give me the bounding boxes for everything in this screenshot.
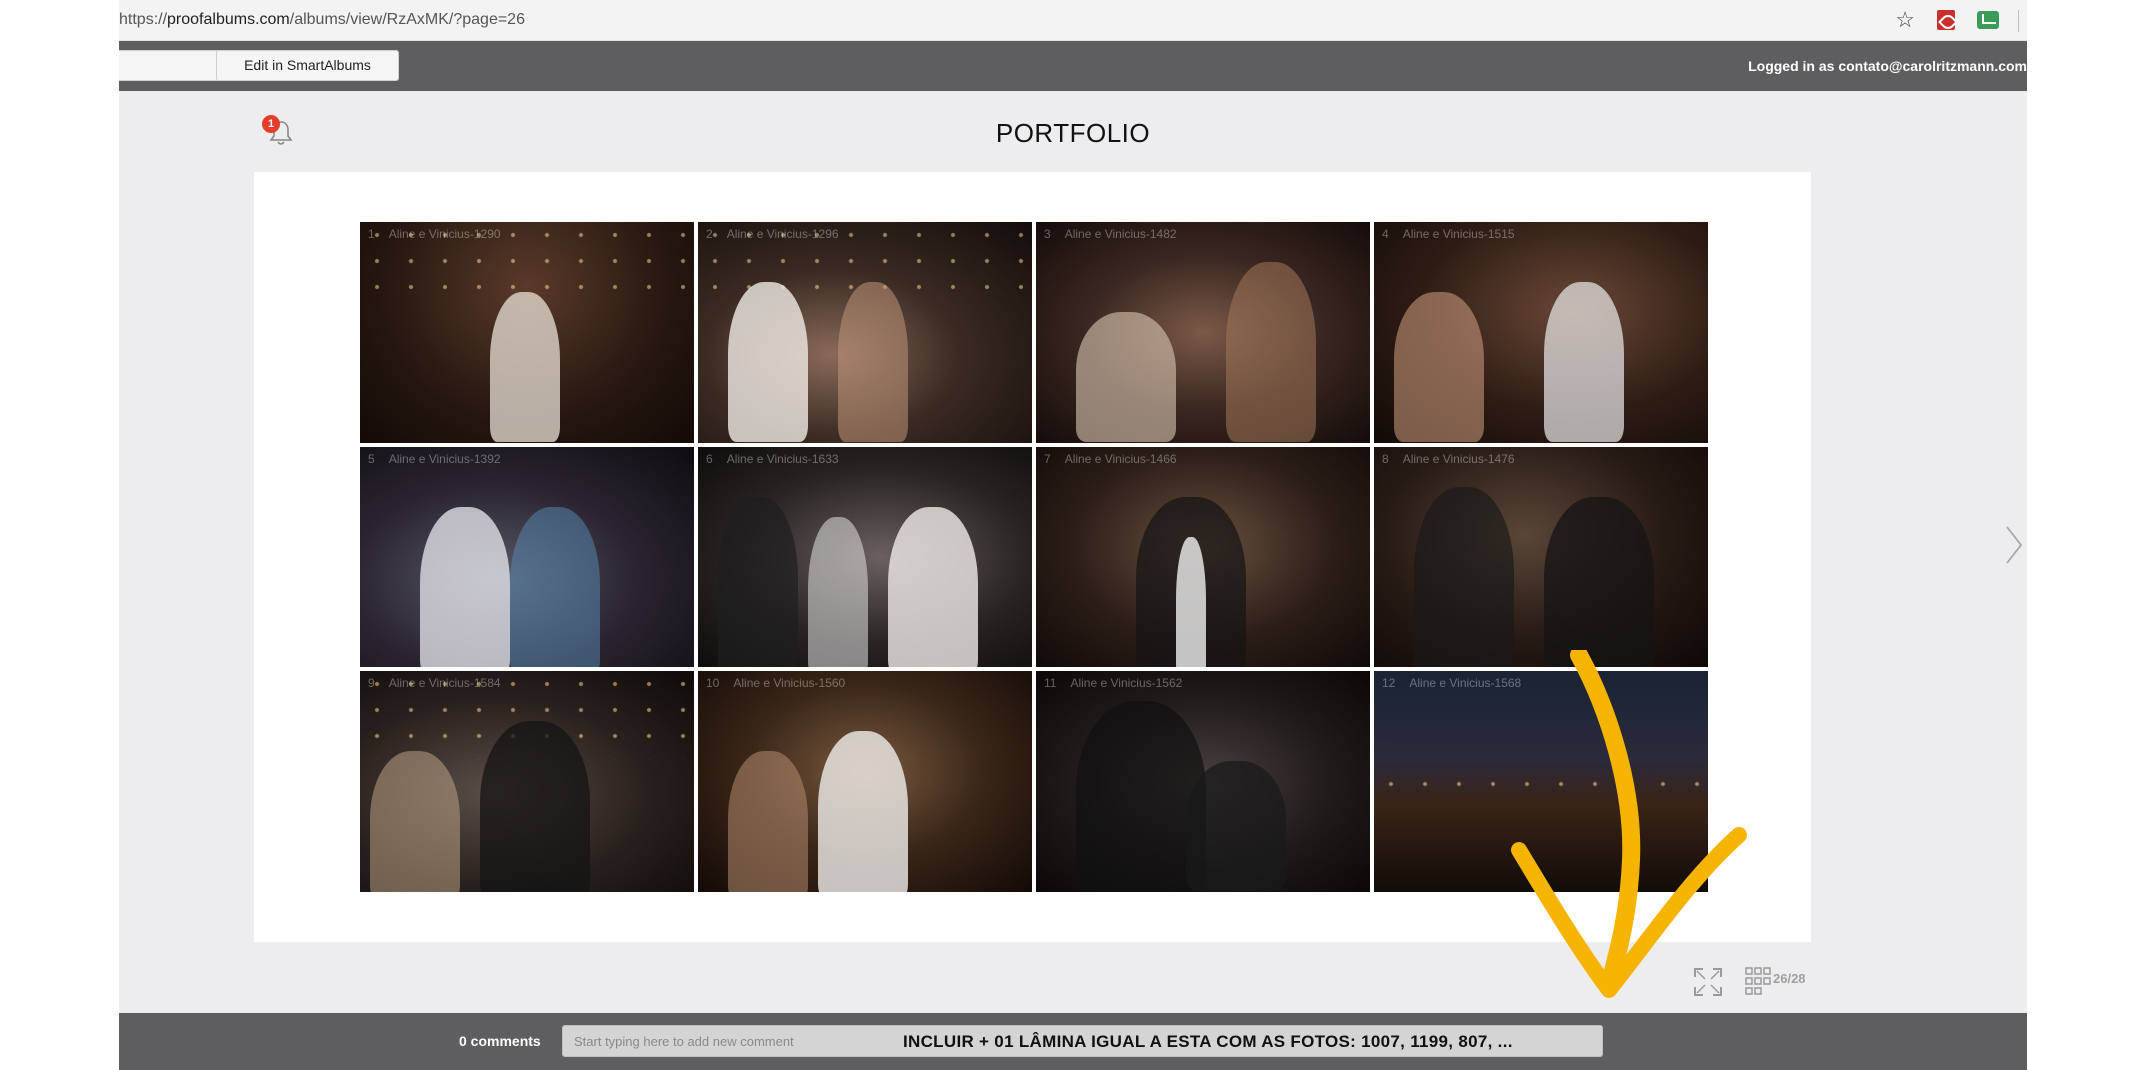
photo-tile[interactable]: 11 Aline e Vinicius-1562 bbox=[1036, 671, 1370, 892]
url-domain: proofalbums.com bbox=[167, 11, 290, 28]
bride-figure bbox=[490, 292, 560, 442]
browser-window: https://proofalbums.com/albums/view/RzAx… bbox=[119, 0, 2027, 1070]
guest-figure bbox=[510, 506, 600, 668]
guest-figure bbox=[808, 516, 868, 668]
guest-figure bbox=[1544, 496, 1654, 668]
address-bar[interactable]: https://proofalbums.com/albums/view/RzAx… bbox=[119, 0, 2027, 41]
photo-tile[interactable]: 3 Aline e Vinicius-1482 bbox=[1036, 222, 1370, 443]
comments-count[interactable]: 0 comments bbox=[459, 1033, 541, 1049]
photo-caption: 11 Aline e Vinicius-1562 bbox=[1044, 676, 1183, 691]
grid-view-icon[interactable] bbox=[1745, 967, 1773, 997]
pdf-extension-icon[interactable] bbox=[1937, 10, 1955, 30]
star-icon[interactable]: ☆ bbox=[1895, 8, 1915, 32]
photo-caption: 1 Aline e Vinicius-1290 bbox=[368, 227, 501, 241]
page-counter: 26/28 bbox=[1773, 971, 1806, 986]
bride-figure bbox=[818, 731, 908, 892]
logged-in-status: Logged in as contato@carolritzmann.com bbox=[1748, 58, 2027, 74]
photo-tile[interactable]: 7 Aline e Vinicius-1466 bbox=[1036, 446, 1370, 668]
address-bar-icons: ☆ bbox=[1895, 8, 1999, 32]
photo-caption: 3 Aline e Vinicius-1482 bbox=[1044, 227, 1177, 241]
bride-figure bbox=[728, 282, 808, 442]
guest-figure bbox=[370, 751, 460, 892]
comment-input[interactable]: Start typing here to add new comment INC… bbox=[562, 1025, 1603, 1057]
photo-tile[interactable]: 5 Aline e Vinicius-1392 bbox=[360, 446, 694, 668]
photo-tile[interactable]: 1 Aline e Vinicius-1290 bbox=[360, 222, 694, 443]
photo-caption: 5 Aline e Vinicius-1392 bbox=[368, 451, 501, 466]
photo-tile[interactable]: 9 Aline e Vinicius-1584 bbox=[360, 671, 694, 892]
photo-tile[interactable]: 8 Aline e Vinicius-1476 bbox=[1374, 446, 1708, 668]
photo-caption: 9 Aline e Vinicius-1584 bbox=[368, 676, 501, 691]
comment-bar: 0 comments Start typing here to add new … bbox=[119, 1013, 2027, 1070]
photo-caption: 7 Aline e Vinicius-1466 bbox=[1044, 451, 1177, 466]
groom-figure bbox=[718, 496, 798, 668]
guest-figure bbox=[1226, 262, 1316, 442]
bride-figure bbox=[888, 506, 978, 668]
photo-caption: 4 Aline e Vinicius-1515 bbox=[1382, 227, 1515, 241]
bride-figure bbox=[1076, 312, 1176, 442]
photo-tile[interactable]: 4 Aline e Vinicius-1515 bbox=[1374, 222, 1708, 443]
guest-figure bbox=[1414, 486, 1514, 668]
chevron-right-icon[interactable] bbox=[2005, 525, 2023, 565]
groom-figure bbox=[1186, 761, 1286, 892]
edit-in-smartalbums-button[interactable]: Edit in SmartAlbums bbox=[216, 50, 399, 81]
annotation-note: INCLUIR + 01 LÂMINA IGUAL A ESTA COM AS … bbox=[903, 1032, 1513, 1051]
shirt-highlight bbox=[1176, 536, 1206, 668]
url-text[interactable]: https://proofalbums.com/albums/view/RzAx… bbox=[119, 11, 525, 29]
fullscreen-icon[interactable] bbox=[1693, 967, 1723, 997]
guest-figure bbox=[838, 282, 908, 442]
groom-figure bbox=[1544, 282, 1624, 442]
photo-caption: 2 Aline e Vinicius-1296 bbox=[706, 227, 839, 241]
annotation-arrow-icon bbox=[1511, 650, 1747, 998]
groom-figure bbox=[480, 721, 590, 892]
top-toolbar: age Album Edit in SmartAlbums Logged in … bbox=[119, 41, 2027, 91]
page-title: PORTFOLIO bbox=[995, 118, 1151, 148]
photo-caption: 10 Aline e Vinicius-1560 bbox=[706, 676, 846, 691]
photo-tile[interactable]: 2 Aline e Vinicius-1296 bbox=[698, 222, 1032, 443]
photo-tile[interactable]: 10 Aline e Vinicius-1560 bbox=[698, 671, 1032, 892]
extension-icon[interactable] bbox=[1977, 11, 1999, 29]
photo-caption: 6 Aline e Vinicius-1633 bbox=[706, 451, 839, 466]
comment-placeholder: Start typing here to add new comment bbox=[574, 1034, 794, 1049]
url-prefix: https:// bbox=[119, 11, 168, 28]
address-bar-divider bbox=[2018, 10, 2019, 32]
bride-figure bbox=[420, 506, 510, 668]
url-path: /albums/view/RzAxMK/?page=26 bbox=[289, 11, 525, 28]
guest-figure bbox=[728, 751, 808, 892]
photo-caption: 8 Aline e Vinicius-1476 bbox=[1382, 451, 1515, 466]
guest-figure bbox=[1394, 292, 1484, 442]
photo-tile[interactable]: 6 Aline e Vinicius-1633 bbox=[698, 446, 1032, 668]
